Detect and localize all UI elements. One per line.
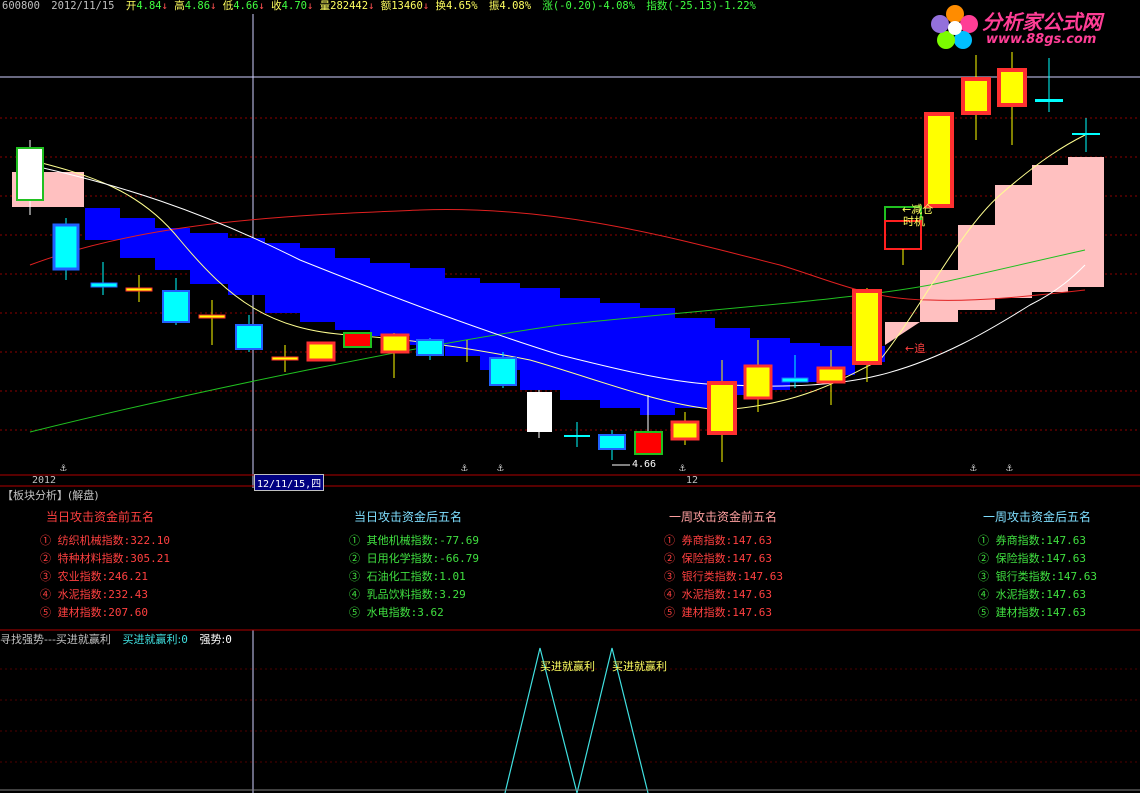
- open-value: 4.84: [136, 0, 162, 12]
- main-chart: ⚓ ⚓ ⚓ ⚓ ⚓ ⚓: [0, 14, 1140, 793]
- list-item: ④ 水泥指数:147.63: [664, 588, 772, 601]
- logo-title: 分析家公式网: [982, 10, 1102, 34]
- down-arrow-icon: ↓: [258, 0, 265, 12]
- svg-text:⚓: ⚓: [460, 461, 468, 474]
- amount-label: 额: [380, 0, 392, 12]
- open-label: 开: [125, 0, 137, 12]
- section-title-week-top: 一周攻击资金前五名: [668, 510, 777, 524]
- amplitude-value: 4.08%: [499, 0, 532, 12]
- high-value: 4.86: [184, 0, 211, 12]
- site-logo: 分析家公式网 www.88gs.com: [930, 4, 1130, 50]
- flower-logo-icon: [931, 5, 978, 49]
- low-price-label: 4.66: [632, 459, 657, 470]
- logo-url: www.88gs.com: [986, 32, 1097, 47]
- sector-panel-title: 【板块分析】(解盘): [2, 489, 99, 502]
- list-item: ③ 石油化工指数:1.01: [349, 570, 466, 583]
- indicator-value1: 0: [181, 633, 188, 646]
- buy-signal-label: 买进就赢利: [540, 660, 595, 673]
- list-item: ④ 乳品饮料指数:3.29: [349, 588, 466, 601]
- index-label: 指数: [646, 0, 668, 12]
- down-arrow-icon: ↓: [210, 0, 217, 12]
- svg-text:⚓: ⚓: [969, 461, 977, 474]
- stock-code: 600800: [2, 0, 40, 12]
- list-item: ① 券商指数:147.63: [664, 534, 772, 547]
- down-arrow-icon: ↓: [368, 0, 375, 12]
- change-value: (-0.20)-4.08%: [552, 0, 636, 12]
- quote-header: 600800 2012/11/15 开4.84↓ 高4.86↓ 低4.66↓ 收…: [2, 0, 756, 14]
- svg-text:⚓: ⚓: [496, 461, 504, 474]
- indicator-value1-label: 买进就赢利:: [122, 633, 182, 646]
- list-item: ② 特种材料指数:305.21: [40, 552, 170, 565]
- amplitude-label: 振: [488, 0, 500, 12]
- list-item: ④ 水泥指数:232.43: [40, 588, 148, 601]
- turnover-label: 换: [435, 0, 446, 12]
- change-label: 涨: [542, 0, 553, 12]
- timing-label: 时机: [903, 215, 925, 228]
- list-item: ③ 银行类指数:147.63: [978, 570, 1097, 583]
- svg-text:⚓: ⚓: [678, 461, 686, 474]
- xaxis-cursor-label: 12/11/15,四: [254, 474, 325, 491]
- indicator-title: 寻找强势---买进就赢利 买进就赢利:0 强势:0: [0, 631, 232, 647]
- list-item: ⑤ 水电指数:3.62: [349, 606, 444, 619]
- indicator-value2: 0: [225, 633, 232, 646]
- list-item: ① 券商指数:147.63: [978, 534, 1086, 547]
- buy-signal-label: 买进就赢利: [612, 660, 667, 673]
- down-arrow-icon: ↓: [161, 0, 168, 12]
- list-item: ③ 农业指数:246.21: [40, 570, 148, 583]
- section-title-week-bottom: 一周攻击资金后五名: [982, 510, 1091, 524]
- list-item: ⑤ 建材指数:207.60: [40, 606, 148, 619]
- low-value: 4.66: [233, 0, 259, 12]
- list-item: ② 保险指数:147.63: [664, 552, 772, 565]
- indicator-name: 寻找强势---买进就赢利: [0, 633, 111, 646]
- list-item: ① 纺织机械指数:322.10: [40, 534, 170, 547]
- down-arrow-icon: ↓: [422, 0, 430, 12]
- svg-text:⚓: ⚓: [59, 461, 67, 474]
- indicator-value2-label: 强势:: [199, 633, 226, 646]
- index-value: (-25.13)-1.22%: [667, 0, 756, 12]
- turnover-value: 4.65%: [445, 0, 478, 12]
- quote-date: 2012/11/15: [51, 0, 115, 12]
- high-label: 高: [174, 0, 185, 12]
- xaxis-month-label: 12: [686, 475, 699, 486]
- amount-value: 13460: [391, 0, 423, 12]
- list-item: ③ 银行类指数:147.63: [664, 570, 783, 583]
- list-item: ② 日用化学指数:-66.79: [349, 552, 479, 565]
- list-item: ② 保险指数:147.63: [978, 552, 1086, 565]
- close-value: 4.70: [281, 0, 307, 12]
- close-label: 收: [271, 0, 282, 12]
- list-item: ⑤ 建材指数:147.63: [664, 606, 772, 619]
- list-item: ④ 水泥指数:147.63: [978, 588, 1086, 601]
- low-label: 低: [222, 0, 234, 12]
- volume-label: 量: [319, 0, 331, 12]
- list-item: ① 其他机械指数:-77.69: [349, 534, 479, 547]
- chase-label: ←追: [905, 342, 926, 355]
- down-arrow-icon: ↓: [306, 0, 314, 12]
- list-item: ⑤ 建材指数:147.63: [978, 606, 1086, 619]
- section-title-day-top: 当日攻击资金前五名: [45, 510, 154, 524]
- section-title-day-bottom: 当日攻击资金后五名: [353, 510, 462, 524]
- volume-value: 282442: [330, 0, 369, 12]
- svg-text:⚓: ⚓: [1005, 461, 1013, 474]
- xaxis-year-label: 2012: [32, 475, 57, 486]
